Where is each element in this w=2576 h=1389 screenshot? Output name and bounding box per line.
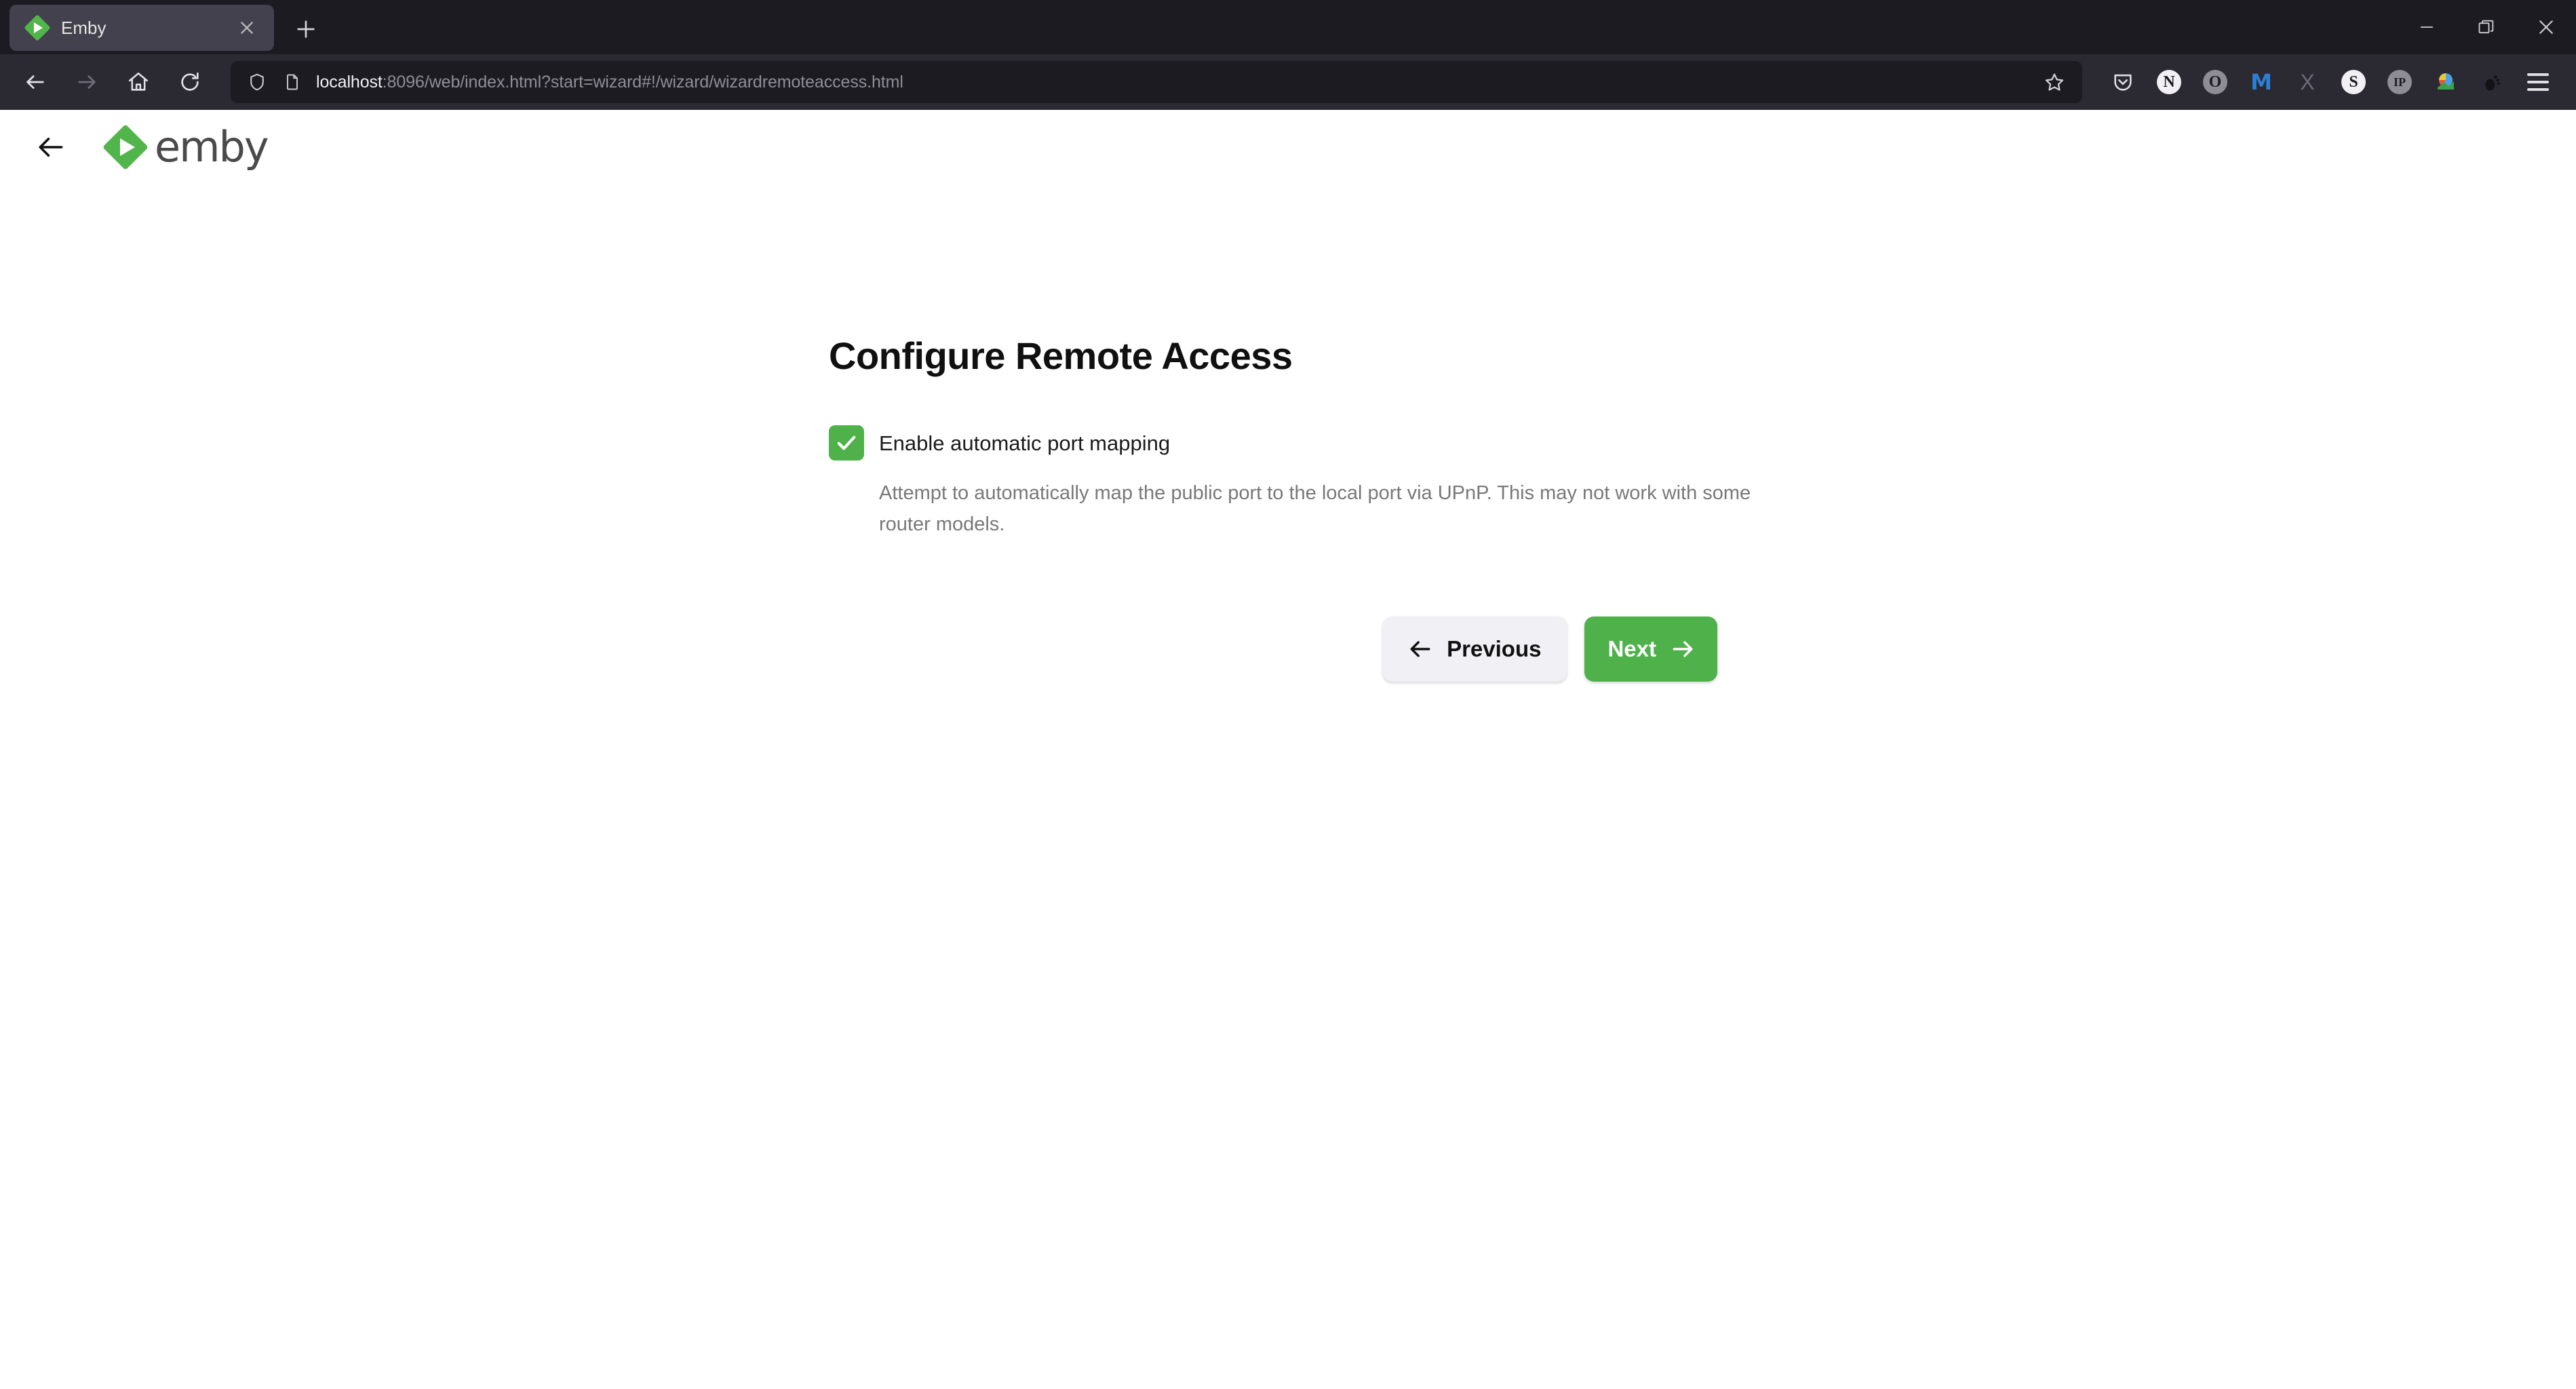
malwarebytes-glyph: M <box>2250 69 2272 95</box>
download-manager-icon[interactable] <box>2423 59 2469 105</box>
window-controls <box>2397 0 2576 54</box>
arrow-right-icon <box>1671 638 1694 661</box>
enable-port-mapping-checkbox[interactable] <box>829 425 864 461</box>
previous-button[interactable]: Previous <box>1383 616 1567 682</box>
emby-logo[interactable]: emby <box>102 122 269 172</box>
reload-button[interactable] <box>167 59 213 105</box>
enable-port-mapping-label: Enable automatic port mapping <box>879 431 1171 455</box>
emby-diamond-icon <box>102 124 149 170</box>
url-bar[interactable]: localhost:8096/web/index.html?start=wiza… <box>231 61 2082 103</box>
notion-glyph: N <box>2157 70 2181 94</box>
arrow-left-icon <box>1409 638 1432 661</box>
navigation-toolbar: localhost:8096/web/index.html?start=wiza… <box>0 54 2576 110</box>
emby-app-header: emby <box>0 110 2576 184</box>
gnome-foot-icon[interactable] <box>2469 59 2515 105</box>
previous-button-label: Previous <box>1447 635 1542 661</box>
url-path: :8096/web/index.html?start=wizard#!/wiza… <box>382 72 903 92</box>
enable-port-mapping-description: Attempt to automatically map the public … <box>879 482 1751 535</box>
pocket-icon[interactable] <box>2100 59 2146 105</box>
opera-o-icon[interactable]: O <box>2192 59 2238 105</box>
page-title: Configure Remote Access <box>829 334 1293 377</box>
opera-glyph: O <box>2203 70 2227 94</box>
hamburger-menu-icon[interactable] <box>2515 59 2561 105</box>
next-button[interactable]: Next <box>1584 616 1717 682</box>
wizard-button-row: Previous Next <box>829 616 1717 682</box>
page-content: emby Configure Remote Access Enable auto… <box>0 110 2576 1389</box>
next-button-label: Next <box>1607 635 1656 661</box>
s-extension-icon[interactable]: S <box>2330 59 2377 105</box>
tab-strip: Emby <box>0 0 2576 54</box>
close-icon[interactable] <box>232 13 262 43</box>
shield-icon[interactable] <box>246 71 269 94</box>
star-outline-icon[interactable] <box>2039 66 2070 98</box>
page-document-icon[interactable] <box>281 71 304 94</box>
wizard-panel: Configure Remote Access Enable automatic… <box>829 334 1758 682</box>
forward-button[interactable] <box>64 59 110 105</box>
restore-icon[interactable] <box>2457 0 2516 54</box>
enable-port-mapping-row[interactable]: Enable automatic port mapping <box>829 425 1758 461</box>
emby-wordmark: emby <box>155 122 269 172</box>
new-tab-button[interactable] <box>285 8 327 50</box>
x-glyph: X <box>2300 69 2315 94</box>
browser-window: Emby localhost:8096/web/index.html?start… <box>0 0 2576 1389</box>
url-text[interactable]: localhost:8096/web/index.html?start=wiza… <box>316 73 2020 92</box>
minimize-icon[interactable] <box>2397 0 2457 54</box>
extensions-tray: N O M X S IP <box>2100 59 2564 105</box>
app-back-button[interactable] <box>30 126 72 168</box>
emby-diamond-icon <box>24 14 51 41</box>
malwarebytes-icon[interactable]: M <box>2238 59 2284 105</box>
ip-lookup-icon[interactable]: IP <box>2377 59 2423 105</box>
ip-glyph: IP <box>2387 70 2412 94</box>
back-button[interactable] <box>12 59 58 105</box>
url-host: localhost <box>316 72 383 92</box>
s-glyph: S <box>2341 70 2366 94</box>
tab-title: Emby <box>61 17 106 38</box>
browser-tab-emby[interactable]: Emby <box>9 5 274 51</box>
home-button[interactable] <box>115 59 161 105</box>
x-icon[interactable]: X <box>2284 59 2330 105</box>
notion-icon[interactable]: N <box>2146 59 2192 105</box>
close-icon[interactable] <box>2516 0 2576 54</box>
